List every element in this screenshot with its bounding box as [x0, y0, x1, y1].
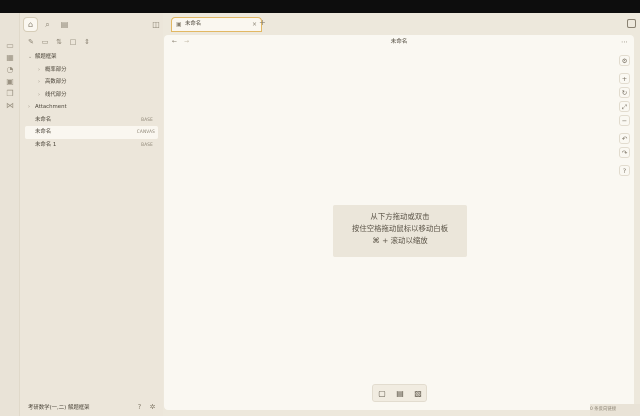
- open-folder-icon[interactable]: ▭: [5, 41, 15, 51]
- chevron-right-icon[interactable]: ›: [38, 89, 40, 102]
- canvas-view[interactable]: ← → 未命名 ⋯ ⚙ + ↻ ⤢ − ↶ ↷ ? 从下方拖动或双击 按住空格拖…: [164, 35, 634, 410]
- view-title[interactable]: 未命名: [164, 35, 634, 49]
- reset-zoom-icon[interactable]: ↻: [619, 87, 630, 98]
- sidebar-header: ⌂ ⌕ ▤ ◫: [22, 16, 162, 34]
- tree-item-label: 未命名 1: [35, 141, 57, 148]
- zoom-to-fit-icon[interactable]: ⤢: [619, 101, 630, 112]
- hint-line-drag: 从下方拖动或双击: [370, 212, 430, 221]
- more-options-icon[interactable]: ⋯: [621, 35, 628, 49]
- copy-icon[interactable]: ❐: [5, 89, 15, 99]
- settings-gear-icon[interactable]: ✲: [148, 403, 157, 412]
- canvas-icon[interactable]: ▣: [5, 77, 15, 87]
- tree-item[interactable]: 未命名 BASE: [20, 114, 163, 127]
- chevron-right-icon[interactable]: ›: [38, 76, 40, 89]
- tree-item-label: 线代部分: [45, 91, 67, 98]
- redo-icon[interactable]: ↷: [619, 147, 630, 158]
- help-icon[interactable]: ?: [135, 403, 144, 412]
- add-card-icon[interactable]: ▢: [376, 388, 388, 400]
- file-tree: ⌄ 解题框架 › 概率部分 › 高数部分 › 线代部分 › Attachment 未命名 BASE 未命…: [20, 51, 163, 151]
- vault-name[interactable]: 考研数学(一,二) 解题框架: [28, 400, 90, 416]
- tab-close-icon[interactable]: ×: [252, 18, 257, 31]
- file-type-badge: BASE: [141, 116, 153, 122]
- tree-item-label: 未命名: [35, 129, 52, 135]
- tree-item[interactable]: › 高数部分: [20, 76, 163, 89]
- undo-icon[interactable]: ↶: [619, 133, 630, 144]
- tab-bar: ▣ 未命名 × +: [163, 13, 640, 35]
- tree-item[interactable]: 未命名 CANVAS: [25, 126, 158, 139]
- hint-line-zoom: ⌘ + 滚动以缩放: [372, 236, 428, 246]
- file-type-badge: BASE: [141, 141, 153, 147]
- add-media-icon[interactable]: ▧: [412, 388, 424, 400]
- file-toolbar: ✎ ▭ ⇅ □ ⇕: [26, 37, 106, 49]
- canvas-hint: 从下方拖动或双击 按住空格拖动鼠标以移动白板 ⌘ + 滚动以缩放: [333, 205, 467, 257]
- chevron-down-icon[interactable]: ⌄: [28, 51, 32, 64]
- canvas-settings-gear-icon[interactable]: ⚙: [619, 55, 630, 66]
- file-type-badge: CANVAS: [136, 129, 155, 134]
- graph-icon[interactable]: ◔: [5, 65, 15, 75]
- zoom-in-icon[interactable]: +: [619, 73, 630, 84]
- chevron-right-icon[interactable]: ›: [38, 64, 40, 77]
- tree-item-label: Attachment: [35, 104, 67, 110]
- tab-label: 未命名: [185, 21, 202, 27]
- view-header: ← → 未命名 ⋯: [164, 35, 634, 49]
- search-tab-icon[interactable]: ⌕: [41, 18, 54, 31]
- hint-line-space: 按住空格拖动鼠标以移动白板: [351, 224, 449, 234]
- expand-icon[interactable]: ⇕: [82, 37, 92, 47]
- chevron-right-icon[interactable]: ›: [28, 101, 30, 114]
- status-bar: 0 条反向链接: [590, 404, 640, 416]
- zoom-out-icon[interactable]: −: [619, 115, 630, 126]
- new-note-icon[interactable]: ✎: [26, 37, 36, 47]
- tree-item-label: 高数部分: [45, 79, 67, 85]
- sort-icon[interactable]: ⇅: [54, 37, 64, 47]
- tree-item-label: 概率部分: [45, 66, 67, 73]
- tree-item[interactable]: › 概率部分: [20, 64, 163, 77]
- collapse-icon[interactable]: □: [68, 37, 78, 47]
- files-tab-home-icon[interactable]: ⌂: [24, 18, 37, 31]
- tree-item-label: 解题框架: [35, 54, 57, 60]
- new-folder-icon[interactable]: ▭: [40, 37, 50, 47]
- canvas-bottom-toolbar: ▢ ▤ ▧: [372, 384, 427, 402]
- bookmark-tab-icon[interactable]: ▤: [58, 18, 71, 31]
- backlinks-count[interactable]: 0 条反向链接: [590, 407, 616, 412]
- new-tab-button[interactable]: +: [259, 18, 266, 28]
- sidebar-footer: 考研数学(一,二) 解题框架 ? ✲: [20, 400, 163, 416]
- network-icon[interactable]: ⋈: [5, 101, 15, 111]
- calendar-icon[interactable]: ▦: [5, 53, 15, 63]
- tree-item[interactable]: 未命名 1 BASE: [20, 139, 163, 152]
- file-sidebar: ⌂ ⌕ ▤ ◫ ✎ ▭ ⇅ □ ⇕ ⌄ 解题框架 › 概率部分 › 高数部分 › 线代部分 › A…: [20, 13, 163, 416]
- sidebar-toggle-icon[interactable]: ◫: [151, 20, 161, 30]
- tree-item[interactable]: › 线代部分: [20, 89, 163, 102]
- tree-item[interactable]: ⌄ 解题框架: [20, 51, 163, 64]
- tab-canvas[interactable]: ▣ 未命名 ×: [171, 17, 262, 32]
- canvas-tab-icon: ▣: [176, 21, 182, 28]
- tree-item[interactable]: › Attachment: [20, 101, 163, 114]
- add-note-icon[interactable]: ▤: [394, 388, 406, 400]
- top-system-bar: [0, 0, 640, 13]
- left-ribbon: ▭ ▦ ◔ ▣ ❐ ⋈: [0, 13, 20, 416]
- canvas-help-icon[interactable]: ?: [619, 165, 630, 176]
- tree-item-label: 未命名: [35, 116, 52, 123]
- window-toggle-icon[interactable]: [627, 19, 636, 28]
